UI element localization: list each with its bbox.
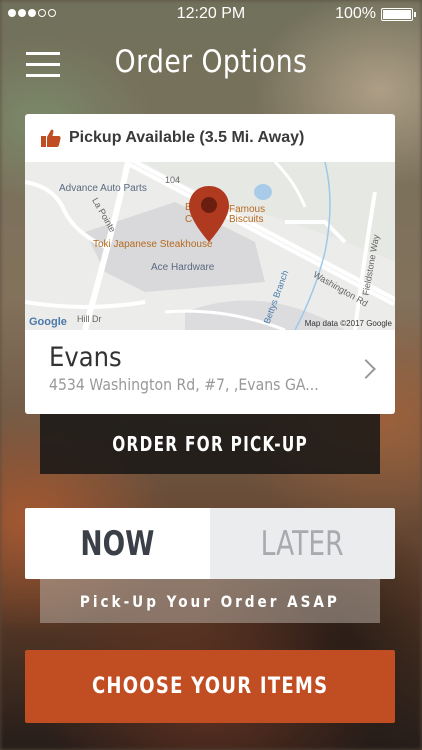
battery-percentage: 100% <box>335 5 376 22</box>
page-title: Order Options <box>114 44 308 80</box>
order-for-pickup-button[interactable]: ORDER FOR PICK-UP <box>40 414 380 474</box>
map-label-biscuits: Biscuits <box>229 214 264 225</box>
store-map[interactable]: Advance Auto Parts 104 B Famous C Biscui… <box>25 162 395 330</box>
toggle-now-label: NOW <box>80 523 155 564</box>
choose-your-items-label: CHOOSE YOUR ITEMS <box>91 674 329 699</box>
toggle-later-label: LATER <box>261 523 344 564</box>
asap-text: Pick-Up Your Order ASAP <box>80 591 340 611</box>
map-label-ace-hardware: Ace Hardware <box>151 262 215 273</box>
pickup-availability-text: Pickup Available (3.5 Mi. Away) <box>69 129 305 146</box>
location-card: Pickup Available (3.5 Mi. Away) Advance … <box>25 114 395 414</box>
store-name: Evans <box>49 342 122 373</box>
map-credit: Map data ©2017 Google <box>304 319 392 328</box>
order-for-pickup-label: ORDER FOR PICK-UP <box>112 432 308 456</box>
time-toggle: NOW LATER <box>25 508 395 579</box>
toggle-later[interactable]: LATER <box>210 508 395 579</box>
map-label-route-104: 104 <box>165 175 181 185</box>
store-selector[interactable]: Evans 4534 Washington Rd, #7, ,Evans GA.… <box>25 330 395 414</box>
asap-banner: Pick-Up Your Order ASAP <box>40 579 380 623</box>
pickup-availability: Pickup Available (3.5 Mi. Away) <box>25 114 395 162</box>
map-pin-icon <box>189 186 229 242</box>
choose-your-items-button[interactable]: CHOOSE YOUR ITEMS <box>25 650 395 723</box>
map-label-hill-dr: Hill Dr <box>77 314 102 324</box>
thumbs-up-icon <box>41 129 61 147</box>
map-label-advance-auto: Advance Auto Parts <box>59 183 147 194</box>
toggle-now[interactable]: NOW <box>25 508 210 579</box>
google-logo: Google <box>29 316 67 328</box>
store-address: 4534 Washington Rd, #7, ,Evans GA... <box>49 375 319 394</box>
battery-icon <box>381 8 416 21</box>
status-bar: 12:20 PM 100% <box>0 0 422 28</box>
